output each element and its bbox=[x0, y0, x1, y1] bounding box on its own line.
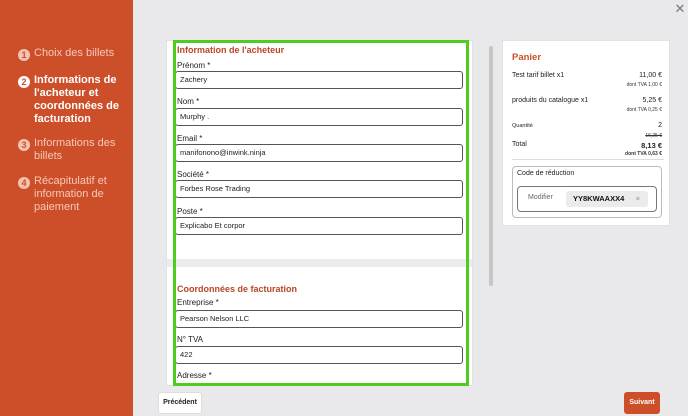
company-label: Société * bbox=[177, 170, 210, 179]
step-number: 1 bbox=[18, 49, 30, 61]
step-summary-payment[interactable]: 4 Récapitulatif et information de paieme… bbox=[18, 175, 122, 214]
billing-section-title: Coordonnées de facturation bbox=[177, 284, 298, 294]
cart-item-price: 5,25 € bbox=[642, 97, 662, 104]
remove-icon[interactable]: × bbox=[636, 191, 640, 207]
cart-item-price: 11,00 € bbox=[639, 72, 662, 79]
total-label: Total bbox=[512, 141, 527, 148]
last-name-label: Nom * bbox=[177, 97, 200, 106]
cart-item-name: produits du catalogue x1 bbox=[512, 97, 589, 104]
step-label: Informations de l'acheteur et coordonnée… bbox=[34, 74, 119, 125]
company-field[interactable]: Forbes Rose Trading bbox=[175, 180, 463, 198]
address-label: Adresse * bbox=[177, 371, 212, 380]
cart-title: Panier bbox=[512, 52, 542, 63]
step-label: Choix des billets bbox=[34, 47, 115, 59]
close-icon[interactable]: ✕ bbox=[674, 2, 686, 15]
cart-divider bbox=[512, 159, 664, 160]
email-label: Email * bbox=[177, 134, 203, 143]
step-ticket-choice[interactable]: 1 Choix des billets bbox=[18, 47, 122, 61]
total-tax: dont TVA 0,63 € bbox=[625, 151, 662, 157]
step-buyer-info[interactable]: 2 Informations de l'acheteur et coordonn… bbox=[18, 74, 122, 126]
previous-button[interactable]: Précédent bbox=[158, 392, 202, 414]
job-title-field[interactable]: Explicabo Et corpor bbox=[175, 217, 463, 235]
billing-company-field[interactable]: Pearson Nelson LLC bbox=[175, 310, 463, 328]
modify-promo-button[interactable]: Modifier bbox=[528, 194, 553, 201]
form-scrollbar[interactable] bbox=[489, 46, 493, 286]
cart-item-tax: dont TVA 0,25 € bbox=[626, 107, 662, 113]
vat-number-label: N° TVA bbox=[177, 335, 204, 344]
buyer-form-card bbox=[166, 40, 473, 386]
cart-item-tax: dont TVA 1,00 € bbox=[626, 82, 662, 88]
checkout-page: 1 Choix des billets 2 Informations de l'… bbox=[0, 0, 688, 416]
step-label: Récapitulatif et information de paiement bbox=[34, 175, 107, 213]
total-value: 8,13 € bbox=[641, 141, 662, 150]
step-number: 3 bbox=[18, 139, 30, 151]
promo-code-value: YY8KWAAXX4 bbox=[573, 194, 625, 203]
promo-code-label: Code de réduction bbox=[517, 170, 575, 177]
buyer-section-title: Information de l'acheteur bbox=[177, 45, 285, 55]
step-number: 2 bbox=[18, 76, 30, 88]
step-ticket-info[interactable]: 3 Informations des billets bbox=[18, 137, 122, 163]
cart-item-name: Test tarif billet x1 bbox=[512, 72, 565, 79]
last-name-field[interactable]: Murphy . bbox=[175, 108, 463, 126]
step-label: Informations des billets bbox=[34, 137, 116, 162]
steps-sidebar: 1 Choix des billets 2 Informations de l'… bbox=[0, 0, 133, 416]
quantity-value: 2 bbox=[658, 122, 662, 129]
promo-code-chip: YY8KWAAXX4 × bbox=[566, 191, 648, 207]
step-number: 4 bbox=[18, 177, 30, 189]
first-name-label: Prénom * bbox=[177, 61, 211, 70]
billing-company-label: Entreprise * bbox=[177, 298, 219, 307]
next-button[interactable]: Suivant bbox=[624, 392, 660, 414]
email-field[interactable]: manifonono@inwink.ninja bbox=[175, 144, 463, 162]
job-title-label: Poste * bbox=[177, 207, 203, 216]
old-total: 16,25 € bbox=[645, 133, 662, 139]
vat-number-field[interactable]: 422 bbox=[175, 346, 463, 364]
first-name-field[interactable]: Zachery bbox=[175, 71, 463, 89]
quantity-label: Quantité bbox=[512, 123, 533, 129]
section-separator bbox=[167, 259, 472, 267]
